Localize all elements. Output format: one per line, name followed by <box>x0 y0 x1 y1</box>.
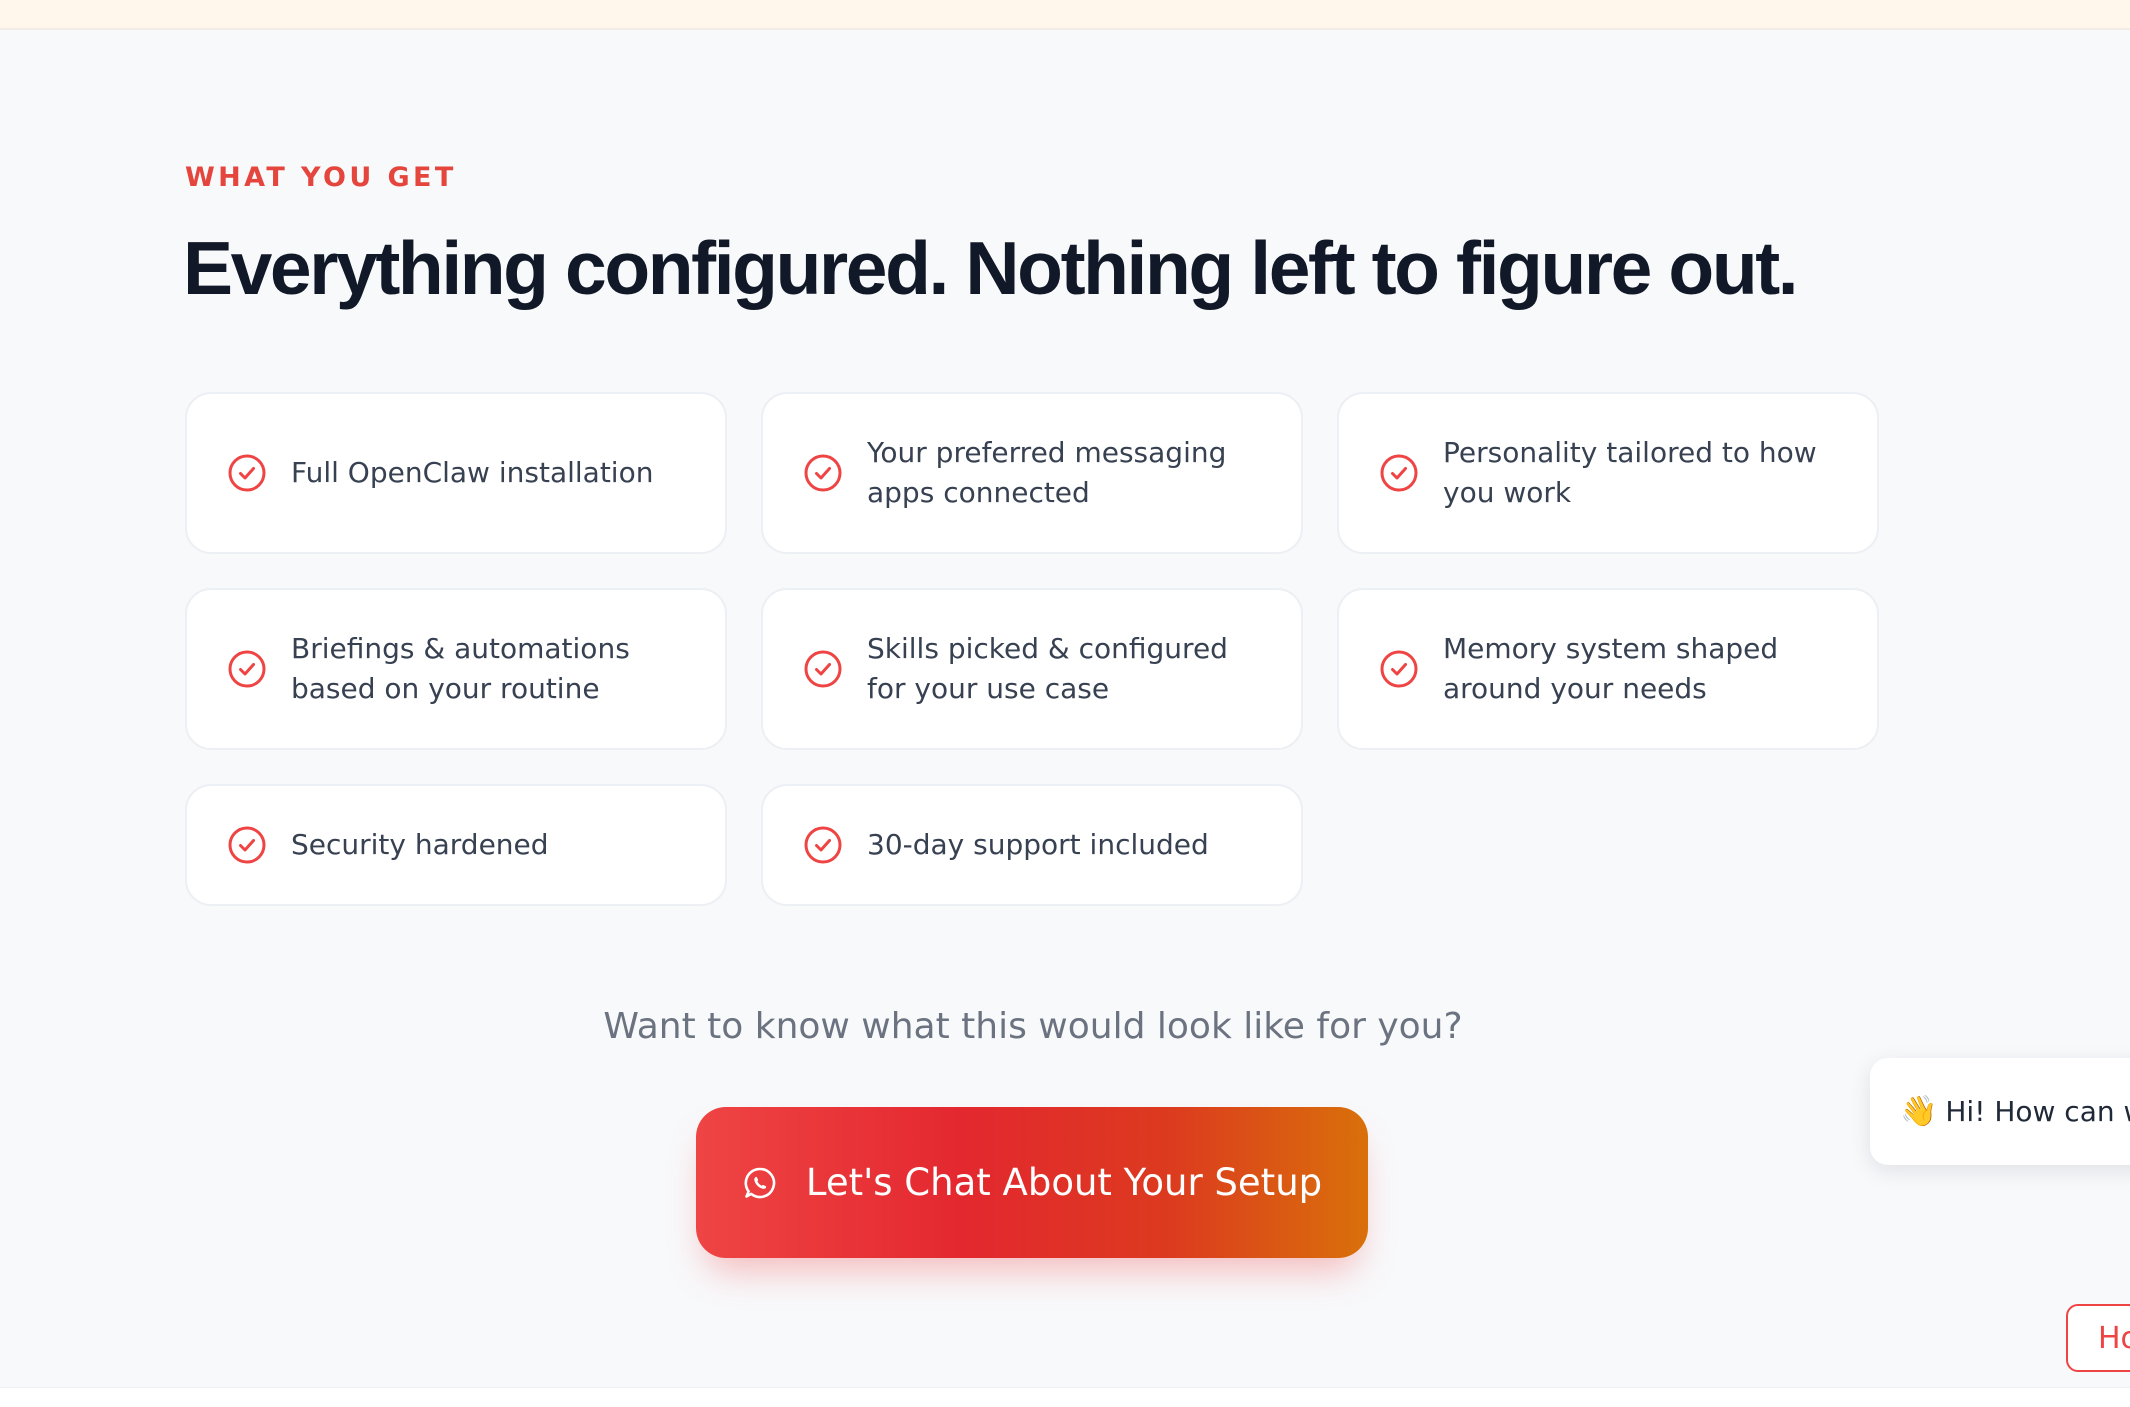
feature-label: Your preferred messaging apps connected <box>867 436 1227 509</box>
check-circle-icon <box>1380 650 1418 688</box>
feature-card: Memory system shaped around your needs <box>1337 588 1879 750</box>
whatsapp-icon <box>744 1167 776 1198</box>
feature-label: Skills picked & configured for your use … <box>867 632 1228 705</box>
check-circle-icon <box>1380 454 1418 492</box>
waving-hand-icon: 👋 <box>1900 1094 1938 1129</box>
feature-card: Skills picked & configured for your use … <box>761 588 1303 750</box>
next-section-edge <box>0 1387 2130 1407</box>
section-headline: Everything configured. Nothing left to f… <box>183 226 1799 310</box>
help-chat-button[interactable]: Ho <box>2066 1304 2130 1372</box>
feature-card: Personality tailored to how you work <box>1337 392 1879 554</box>
feature-label: Security hardened <box>291 828 549 861</box>
feature-card: Security hardened <box>185 784 727 906</box>
check-circle-icon <box>228 650 266 688</box>
check-circle-icon <box>804 650 842 688</box>
feature-label: 30-day support included <box>867 828 1209 861</box>
feature-card: 30-day support included <box>761 784 1303 906</box>
check-circle-icon <box>228 454 266 492</box>
check-circle-icon <box>804 454 842 492</box>
chat-greeting-text: Hi! How can we <box>1945 1095 2130 1128</box>
feature-label: Briefings & automations based on your ro… <box>291 632 630 705</box>
cta-question: Want to know what this would look like f… <box>603 1006 1463 1047</box>
feature-label: Personality tailored to how you work <box>1443 436 1817 509</box>
check-circle-icon <box>228 826 266 864</box>
chat-greeting-bubble[interactable]: 👋 Hi! How can we <box>1870 1058 2130 1165</box>
feature-card: Briefings & automations based on your ro… <box>185 588 727 750</box>
feature-label: Memory system shaped around your needs <box>1443 632 1779 705</box>
chat-setup-button-label: Let's Chat About Your Setup <box>805 1161 1323 1204</box>
feature-label: Full OpenClaw installation <box>291 456 654 489</box>
check-circle-icon <box>804 826 842 864</box>
chat-setup-button[interactable]: Let's Chat About Your Setup <box>696 1107 1368 1258</box>
feature-card: Your preferred messaging apps connected <box>761 392 1303 554</box>
help-chat-button-label: Ho <box>2098 1320 2130 1356</box>
section-eyebrow: WHAT YOU GET <box>185 162 457 193</box>
feature-grid: Full OpenClaw installation Your preferre… <box>185 392 1879 906</box>
top-banner-strip <box>0 0 2130 30</box>
feature-card: Full OpenClaw installation <box>185 392 727 554</box>
